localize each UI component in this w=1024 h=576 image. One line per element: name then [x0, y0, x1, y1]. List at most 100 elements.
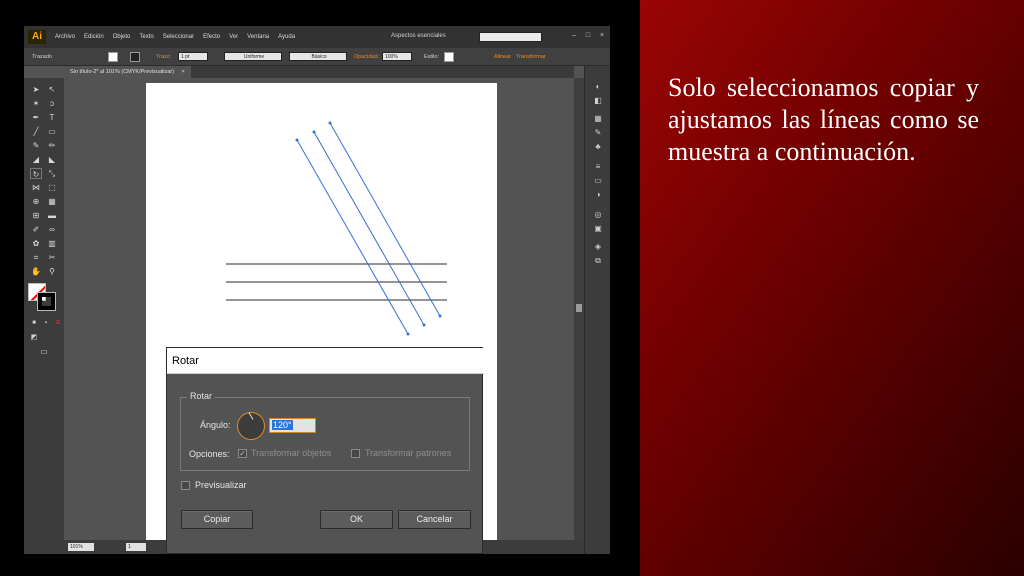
anchor-point[interactable] — [438, 314, 442, 318]
opacity-input[interactable]: 100% — [382, 52, 412, 61]
stroke-weight-input[interactable]: 1 pt — [178, 52, 208, 61]
menu-ayuda[interactable]: Ayuda — [278, 34, 295, 40]
maximize-icon[interactable]: □ — [584, 32, 592, 40]
paintbrush-tool-icon[interactable]: ✎ — [30, 140, 42, 151]
menu-texto[interactable]: Texto — [139, 34, 153, 40]
vertical-scrollbar[interactable] — [574, 78, 584, 540]
selection-tool-icon[interactable]: ➤ — [30, 84, 42, 95]
layers-panel-icon[interactable]: ◈ — [592, 242, 604, 252]
anchor-point[interactable] — [328, 121, 332, 125]
rectangle-tool-icon[interactable]: ▭ — [46, 126, 58, 137]
symbol-sprayer-tool-icon[interactable]: ✿ — [30, 238, 42, 249]
menu-ver[interactable]: Ver — [229, 34, 238, 40]
blob-brush-tool-icon[interactable]: ◢ — [30, 154, 42, 165]
gradient-mode-icon[interactable]: ▪ — [40, 318, 52, 329]
copy-button[interactable]: Copiar — [181, 510, 253, 529]
graph-tool-icon[interactable]: ▥ — [46, 238, 58, 249]
none-mode-icon[interactable]: ⧄ — [52, 318, 64, 329]
anchor-point[interactable] — [406, 332, 410, 336]
workspace-switcher[interactable]: Aspectos esenciales — [391, 33, 446, 39]
menu-archivo[interactable]: Archivo — [55, 34, 75, 40]
rotated-line-2[interactable] — [313, 131, 425, 326]
transparency-panel-icon[interactable]: ◑ — [592, 190, 604, 200]
swatches-panel-icon[interactable]: ▦ — [592, 114, 604, 124]
cancel-button[interactable]: Cancelar — [398, 510, 471, 529]
lasso-tool-icon[interactable]: ↄ — [46, 98, 58, 109]
zoom-level-select[interactable]: 101% — [68, 543, 94, 551]
opacity-label[interactable]: Opacidad: — [354, 54, 379, 60]
zoom-tool-icon[interactable]: ⚲ — [46, 266, 58, 277]
graphic-styles-panel-icon[interactable]: ▣ — [592, 224, 604, 234]
transform-objects-checkbox[interactable]: ✓ — [238, 449, 247, 458]
close-icon[interactable]: × — [598, 32, 606, 40]
screen-mode-icon[interactable]: ▭ — [38, 346, 50, 357]
color-panel-icon[interactable]: ◐ — [592, 82, 604, 92]
artboard-number-input[interactable]: 1 — [126, 543, 146, 551]
perspective-grid-tool-icon[interactable]: ▦ — [46, 196, 58, 207]
color-guide-panel-icon[interactable]: ◧ — [592, 96, 604, 106]
transform-patterns-checkbox[interactable] — [351, 449, 360, 458]
mesh-tool-icon[interactable]: ⊞ — [30, 210, 42, 221]
transform-link[interactable]: Transformar — [516, 54, 546, 60]
hand-tool-icon[interactable]: ✋ — [30, 266, 42, 277]
rotate-dialog: Rotar Rotar Ángulo: 120° Opciones: ✓ Tra… — [166, 347, 484, 554]
document-tab[interactable]: Sin título-2* al 101% (CMYK/Previsualiza… — [64, 66, 191, 78]
minimize-icon[interactable]: – — [570, 32, 578, 40]
symbols-panel-icon[interactable]: ♣ — [592, 142, 604, 152]
direct-selection-tool-icon[interactable]: ↖ — [46, 84, 58, 95]
stroke-label[interactable]: Trazo: — [156, 54, 171, 60]
preview-checkbox[interactable] — [181, 481, 190, 490]
eyedropper-tool-icon[interactable]: ✐ — [30, 224, 42, 235]
slice-tool-icon[interactable]: ✂ — [46, 252, 58, 263]
line-tool-icon[interactable]: ╱ — [30, 126, 42, 137]
stroke-black-swatch[interactable] — [37, 292, 56, 311]
graphic-style-swatch[interactable] — [444, 52, 454, 62]
shape-builder-tool-icon[interactable]: ⊕ — [30, 196, 42, 207]
rotate-group-box — [180, 397, 470, 471]
type-tool-icon[interactable]: T — [46, 112, 58, 123]
help-search-input[interactable] — [479, 32, 542, 42]
pen-tool-icon[interactable]: ✒ — [30, 112, 42, 123]
angle-dial-icon[interactable] — [237, 412, 265, 440]
scale-tool-icon[interactable]: ⤡ — [46, 168, 58, 179]
menu-edicion[interactable]: Edición — [84, 34, 104, 40]
pencil-tool-icon[interactable]: ✏ — [46, 140, 58, 151]
brush-definition[interactable]: Básico — [289, 52, 347, 61]
menu-objeto[interactable]: Objeto — [113, 34, 131, 40]
color-mode-icon[interactable]: ■ — [28, 318, 40, 329]
draw-mode-icon[interactable]: ◩ — [28, 332, 40, 343]
fill-color-swatch[interactable] — [108, 52, 118, 62]
gradient-panel-icon[interactable]: ▭ — [592, 176, 604, 186]
ok-button[interactable]: OK — [320, 510, 393, 529]
magic-wand-tool-icon[interactable]: ✶ — [30, 98, 42, 109]
rotated-line-3[interactable] — [329, 122, 441, 317]
appearance-panel-icon[interactable]: ◎ — [592, 210, 604, 220]
document-tab-close-icon[interactable]: × — [181, 69, 184, 75]
transform-patterns-label: Transformar patrones — [365, 448, 452, 458]
gradient-tool-icon[interactable]: ▬ — [46, 210, 58, 221]
menu-efecto[interactable]: Efecto — [203, 34, 220, 40]
width-tool-icon[interactable]: ⋈ — [30, 182, 42, 193]
dialog-title: Rotar — [167, 348, 484, 374]
blend-tool-icon[interactable]: ∞ — [46, 224, 58, 235]
artboard-tool-icon[interactable]: ⌗ — [30, 252, 42, 263]
artboards-panel-icon[interactable]: ⧉ — [592, 256, 604, 266]
brushes-panel-icon[interactable]: ✎ — [592, 128, 604, 138]
stroke-panel-icon[interactable]: ≡ — [592, 162, 604, 172]
rotated-line-1[interactable] — [296, 139, 409, 335]
anchor-point[interactable] — [312, 130, 316, 134]
angle-input[interactable]: 120° — [269, 418, 316, 433]
free-transform-tool-icon[interactable]: ⬚ — [46, 182, 58, 193]
collapsed-panels-dock: ◐ ◧ ▦ ✎ ♣ ≡ ▭ ◑ ◎ ▣ ◈ ⧉ — [584, 66, 610, 554]
variable-width-profile[interactable]: Uniforme — [224, 52, 282, 61]
eraser-tool-icon[interactable]: ◣ — [46, 154, 58, 165]
anchor-point[interactable] — [422, 323, 426, 327]
menu-seleccionar[interactable]: Seleccionar — [163, 34, 194, 40]
anchor-point[interactable] — [295, 138, 299, 142]
slide-left-panel: Ai Archivo Edición Objeto Texto Seleccio… — [0, 0, 640, 576]
menu-ventana[interactable]: Ventana — [247, 34, 269, 40]
stroke-color-swatch[interactable] — [130, 52, 140, 62]
scrollbar-thumb[interactable] — [576, 304, 582, 312]
rotate-tool-icon[interactable]: ↻ — [30, 168, 42, 179]
align-link[interactable]: Alinear — [494, 54, 511, 60]
